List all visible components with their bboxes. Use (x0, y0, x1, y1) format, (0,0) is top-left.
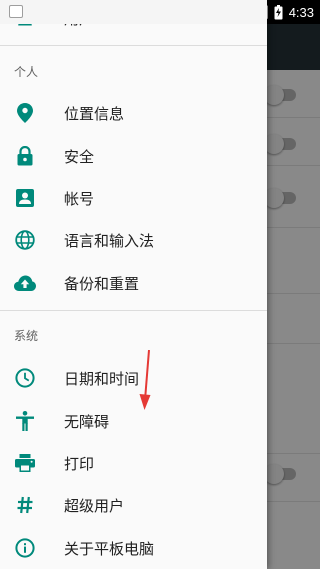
drawer-item-label: 无障碍 (64, 412, 110, 431)
navigation-drawer: 用户 个人 位置信息 安全 帐号 (0, 0, 267, 569)
drawer-item-accessibility[interactable]: 无障碍 (0, 400, 267, 442)
location-pin-icon (14, 102, 36, 124)
drawer-item-label: 超级用户 (64, 496, 125, 515)
drawer-item-accounts[interactable]: 帐号 (0, 177, 267, 219)
drawer-item-label: 备份和重置 (64, 274, 140, 293)
notification-icon (9, 5, 23, 18)
section-header-system: 系统 (14, 329, 39, 343)
drawer-item-label: 关于平板电脑 (64, 539, 155, 558)
divider (0, 45, 267, 46)
hash-icon (14, 494, 36, 516)
divider (0, 310, 267, 311)
drawer-item-backup-reset[interactable]: 备份和重置 (0, 262, 267, 304)
account-box-icon (14, 187, 36, 209)
drawer-item-date-time[interactable]: 日期和时间 (0, 357, 267, 399)
drawer-item-label: 帐号 (64, 189, 95, 208)
globe-icon (14, 229, 36, 251)
drawer-status-area (0, 0, 267, 24)
lock-icon (14, 145, 36, 167)
cloud-upload-icon (14, 272, 36, 294)
drawer-item-label: 日期和时间 (64, 369, 140, 388)
drawer-item-label: 语言和输入法 (64, 231, 155, 250)
accessibility-icon (14, 410, 36, 432)
screen: 4:33 用户 个人 位置信息 安全 (0, 0, 320, 569)
drawer-item-label: 位置信息 (64, 104, 125, 123)
drawer-item-printing[interactable]: 打印 (0, 442, 267, 484)
info-icon (14, 537, 36, 559)
red-arrow-annotation (139, 350, 151, 410)
printer-icon (14, 452, 36, 474)
drawer-item-security[interactable]: 安全 (0, 135, 267, 177)
drawer-item-language-input[interactable]: 语言和输入法 (0, 219, 267, 261)
section-header-personal: 个人 (14, 65, 39, 79)
drawer-item-label: 安全 (64, 147, 95, 166)
battery-charging-icon (274, 4, 283, 19)
drawer-item-about-tablet[interactable]: 关于平板电脑 (0, 527, 267, 569)
drawer-item-superuser[interactable]: 超级用户 (0, 484, 267, 526)
clock-icon (14, 367, 36, 389)
status-time: 4:33 (288, 4, 314, 20)
drawer-item-label: 打印 (64, 454, 95, 473)
drawer-item-location[interactable]: 位置信息 (0, 92, 267, 134)
